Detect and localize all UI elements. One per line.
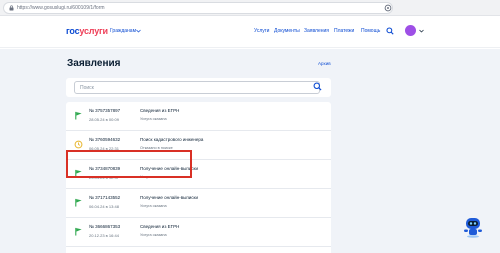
role-selector[interactable]: Гражданам: [110, 28, 136, 35]
application-title: Сведения из ЕГРН: [140, 224, 180, 229]
application-number: № 3734870839: [89, 166, 121, 171]
site-header: госуслуги Гражданам Услуги Документы Зая…: [0, 18, 500, 48]
application-status: Услуга оказана: [140, 233, 167, 237]
application-date: 06.05.24 в 22:31: [89, 146, 119, 151]
application-title: Получение онлайн-выписки: [140, 166, 199, 171]
application-date: 20.12.23 в 16:44: [89, 233, 119, 238]
extension-icon[interactable]: [384, 4, 392, 12]
list-item[interactable]: № 3760594632 06.05.24 в 22:31 Поиск када…: [66, 131, 331, 160]
chevron-down-icon[interactable]: [136, 29, 141, 33]
page-content: Заявления Архив № 3757357897 28.05.24 в …: [0, 49, 500, 253]
list-item[interactable]: № 3757357897 28.05.24 в 00:09 Сведения и…: [66, 102, 331, 131]
nav-applications[interactable]: Заявления: [304, 28, 329, 35]
browser-address-bar: https://www.gosuslugi.ru/600109/1/form: [0, 0, 500, 16]
application-status: Отказано в поиске: [140, 146, 173, 150]
logo-part-uslugi: услуги: [79, 26, 108, 36]
nav-documents[interactable]: Документы: [274, 28, 300, 35]
application-title: Поиск кадастрового инженера: [140, 137, 204, 142]
application-title: Сведения из ЕГРН: [140, 108, 180, 113]
application-number: № 3666867353: [89, 224, 121, 229]
chevron-down-icon[interactable]: [419, 29, 424, 33]
url-text: https://www.gosuslugi.ru/600109/1/form: [17, 5, 105, 11]
application-date: 06.04.24 в 13:48: [89, 204, 119, 209]
application-date: 23.04.24 в 12:37: [89, 175, 119, 180]
application-title: Получение онлайн-выписки: [140, 195, 199, 200]
search-panel: [66, 78, 331, 97]
nav-help[interactable]: Помощь: [361, 28, 380, 35]
flag-icon: [75, 198, 82, 207]
nav-payments[interactable]: Платежи: [334, 28, 354, 35]
list-item[interactable]: № 3717143552 06.04.24 в 13:48 Получение …: [66, 189, 331, 218]
application-date: 28.05.24 в 00:09: [89, 117, 119, 122]
application-number: № 3717143552: [89, 195, 121, 200]
nav-services[interactable]: Услуги: [254, 28, 269, 35]
application-status: Услуга оказана: [140, 175, 167, 179]
flag-icon: [75, 169, 82, 178]
robot-assistant-icon[interactable]: [463, 216, 483, 238]
archive-link[interactable]: Архив: [318, 61, 331, 67]
logo-part-gos: гос: [66, 26, 80, 36]
search-icon[interactable]: [386, 27, 394, 35]
applications-list: № 3757357897 28.05.24 в 00:09 Сведения и…: [66, 102, 331, 253]
avatar[interactable]: [405, 25, 416, 36]
flag-icon: [75, 227, 82, 236]
gosuslugi-logo[interactable]: госуслуги: [66, 26, 108, 37]
flag-icon: [75, 111, 82, 120]
page-title: Заявления: [67, 58, 121, 69]
application-status: Услуга оказана: [140, 117, 167, 121]
search-icon[interactable]: [313, 82, 322, 91]
search-input[interactable]: [74, 81, 320, 94]
clock-icon: [74, 140, 83, 149]
list-item[interactable]: № 3666867353 20.12.23 в 16:44 Сведения и…: [66, 218, 331, 247]
application-number: № 3757357897: [89, 108, 121, 113]
application-number: № 3760594632: [89, 137, 121, 142]
application-status: Услуга оказана: [140, 204, 167, 208]
url-field[interactable]: https://www.gosuslugi.ru/600109/1/form: [3, 2, 393, 14]
list-item[interactable]: № 3734870839 23.04.24 в 12:37 Получение …: [66, 160, 331, 189]
lock-icon: [9, 5, 14, 11]
